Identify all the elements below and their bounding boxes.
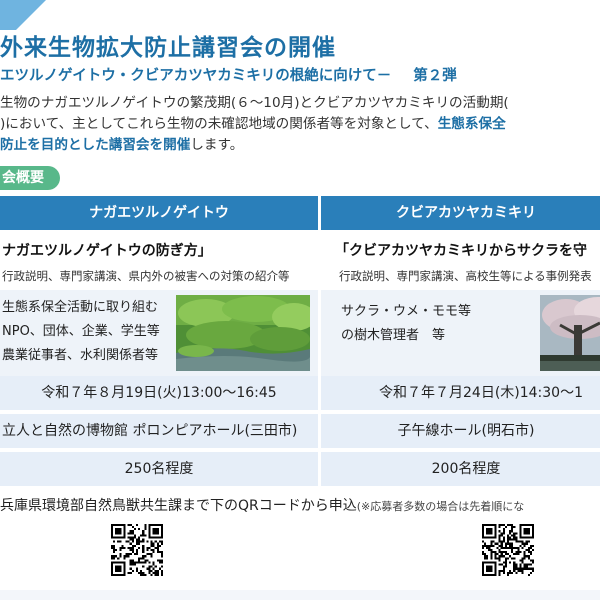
page-subtitle: エツルノゲイトウ・クビアカツヤカミキリの根絶に向けて－ 第２弾: [0, 64, 600, 85]
target-line: 生態系保全活動に取り組む: [2, 300, 159, 315]
intro-line-3: 防止を目的とした講習会を開催します。: [0, 135, 600, 156]
venue-right: 子午線ホール(明石市): [397, 423, 535, 439]
capacity-row: 250名程度 200名程度: [0, 452, 600, 486]
program-desc-left: 行政説明、専門家講演、県内外の被害への対策の紹介等: [2, 269, 290, 283]
column-header-left: ナガエツルノゲイトウ: [0, 196, 318, 230]
grassland-photo: [176, 295, 310, 371]
target-cell-right: サクラ・ウメ・モモ等 の樹木管理者 等: [321, 290, 600, 376]
target-line: 農業従事者、水利関係者等: [2, 348, 159, 363]
corner-decoration: [0, 0, 46, 30]
program-desc-right: 行政説明、専門家講演、高校生等による事例発表: [339, 269, 592, 283]
program-cell-left: ナガエツルノゲイトウの防ぎ方」 行政説明、専門家講演、県内外の被害への対策の紹介…: [0, 230, 318, 290]
program-title-left: ナガエツルノゲイトウの防ぎ方」: [2, 243, 212, 259]
capacity-cell-right: 200名程度: [321, 452, 600, 486]
intro-paragraph: 生物のナガエツルノゲイトウの繁茂期(６～10月)とクビアカツヤカミキリの活動期(…: [0, 93, 600, 156]
intro-line-3-strong: 防止を目的とした講習会を開催: [0, 137, 191, 153]
intro-line-2: )において、主としてこれら生物の未確認地域の関係者等を対象として、生態系保全: [0, 114, 600, 135]
target-line: NPO、団体、企業、学生等: [2, 324, 160, 339]
date-cell-left: 令和７年８月19日(火)13:00～16:45: [0, 376, 318, 410]
intro-line-2-text: )において、主としてこれら生物の未確認地域の関係者等を対象として、: [0, 116, 438, 132]
target-list-left: 生態系保全活動に取り組む NPO、団体、企業、学生等 農業従事者、水利関係者等: [2, 296, 160, 368]
page: 外来生物拡大防止講習会の開催 エツルノゲイトウ・クビアカツヤカミキリの根絶に向け…: [0, 0, 600, 600]
table-header-row: ナガエツルノゲイトウ クビアカツヤカミキリ: [0, 196, 600, 230]
venue-cell-right: 子午線ホール(明石市): [321, 414, 600, 448]
capacity-cell-left: 250名程度: [0, 452, 318, 486]
program-row: ナガエツルノゲイトウの防ぎ方」 行政説明、専門家講演、県内外の被害への対策の紹介…: [0, 230, 600, 290]
target-line: サクラ・ウメ・モモ等: [341, 304, 472, 319]
target-line: の樹木管理者 等: [341, 328, 446, 343]
date-row: 令和７年８月19日(火)13:00～16:45 令和７年７月24日(木)14:3…: [0, 376, 600, 410]
footer-bar: [0, 590, 600, 600]
intro-line-1: 生物のナガエツルノゲイトウの繁茂期(６～10月)とクビアカツヤカミキリの活動期(: [0, 95, 509, 111]
qr-code-left[interactable]: [111, 524, 163, 576]
date-left: 令和７年８月19日(火)13:00～16:45: [41, 385, 277, 401]
subtitle-text: エツルノゲイトウ・クビアカツヤカミキリの根絶に向けて－: [0, 68, 392, 84]
target-row: 生態系保全活動に取り組む NPO、団体、企業、学生等 農業従事者、水利関係者等: [0, 290, 600, 376]
series-label: 第２弾: [413, 68, 457, 84]
intro-line-2-strong: 生態系保全: [437, 116, 506, 132]
target-list-right: サクラ・ウメ・モモ等 の樹木管理者 等: [341, 300, 471, 348]
application-row: 兵庫県環境部自然鳥獣共生課まで下のQRコードから申込(※応募者多数の場合は先着順…: [0, 493, 600, 519]
venue-left: 立人と自然の博物館 ポロンピアホール(三田市): [2, 423, 298, 439]
qr-code-right[interactable]: [482, 524, 534, 576]
venue-row: 立人と自然の博物館 ポロンピアホール(三田市) 子午線ホール(明石市): [0, 414, 600, 448]
section-label-overview: 会概要: [0, 166, 60, 190]
capacity-left: 250名程度: [124, 461, 194, 477]
target-cell-left: 生態系保全活動に取り組む NPO、団体、企業、学生等 農業従事者、水利関係者等: [0, 290, 318, 376]
cherry-tree-photo: [540, 295, 600, 371]
date-cell-right: 令和７年７月24日(木)14:30～1: [321, 376, 600, 410]
capacity-right: 200名程度: [431, 461, 501, 477]
date-right: 令和７年７月24日(木)14:30～1: [379, 385, 583, 401]
application-text: 兵庫県環境部自然鳥獣共生課まで下のQRコードから申込: [0, 498, 357, 514]
venue-cell-left: 立人と自然の博物館 ポロンピアホール(三田市): [0, 414, 318, 448]
column-header-right: クビアカツヤカミキリ: [321, 196, 600, 230]
program-cell-right: 「クビアカツヤカミキリからサクラを守 行政説明、専門家講演、高校生等による事例発…: [321, 230, 600, 290]
application-note: (※応募者多数の場合は先着順にな: [356, 500, 525, 513]
intro-line-3-text: します。: [190, 137, 244, 153]
program-title-right: 「クビアカツヤカミキリからサクラを守: [335, 243, 587, 259]
page-title: 外来生物拡大防止講習会の開催: [0, 35, 336, 61]
